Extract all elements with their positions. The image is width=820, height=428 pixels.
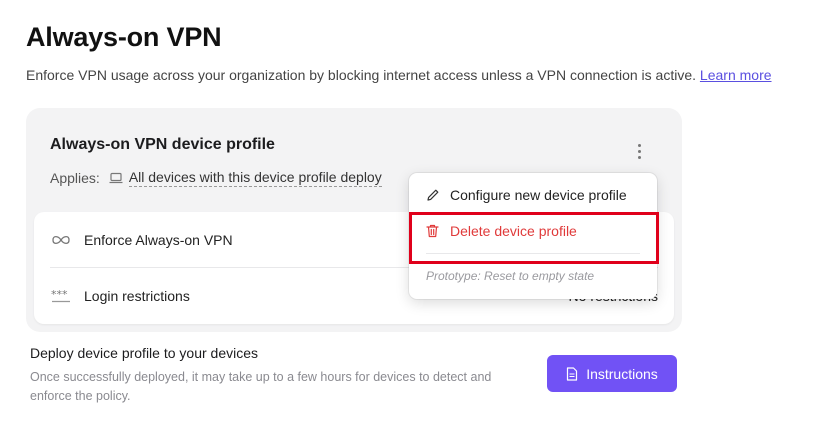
pencil-icon bbox=[426, 188, 442, 202]
deploy-title: Deploy device profile to your devices bbox=[30, 345, 259, 361]
deploy-description: Once successfully deployed, it may take … bbox=[30, 370, 492, 403]
page-description: Enforce VPN usage across your organizati… bbox=[26, 67, 772, 83]
instructions-button[interactable]: Instructions bbox=[547, 355, 677, 392]
more-vertical-icon[interactable] bbox=[630, 140, 648, 162]
password-icon: *** bbox=[50, 289, 72, 303]
setting-label: Login restrictions bbox=[84, 288, 190, 304]
menu-item-label: Configure new device profile bbox=[450, 187, 627, 203]
prototype-reset-note[interactable]: Prototype: Reset to empty state bbox=[426, 269, 594, 283]
applies-target[interactable]: All devices with this device profile dep… bbox=[128, 169, 382, 187]
page-title: Always-on VPN bbox=[26, 22, 222, 52]
applies-label: Applies: bbox=[50, 170, 100, 186]
setting-label: Enforce Always-on VPN bbox=[84, 231, 233, 248]
svg-text:***: *** bbox=[51, 289, 68, 301]
instructions-button-label: Instructions bbox=[586, 365, 658, 382]
menu-item-configure[interactable]: Configure new device profile bbox=[409, 177, 657, 213]
page-description-text: Enforce VPN usage across your organizati… bbox=[26, 67, 697, 83]
highlight-box bbox=[409, 212, 659, 264]
profile-title: Always-on VPN device profile bbox=[50, 136, 275, 153]
infinity-icon bbox=[50, 234, 72, 246]
laptop-icon bbox=[109, 172, 123, 184]
learn-more-link[interactable]: Learn more bbox=[700, 67, 772, 83]
document-icon bbox=[566, 366, 578, 381]
applies-line: Applies: All devices with this device pr… bbox=[50, 169, 382, 187]
